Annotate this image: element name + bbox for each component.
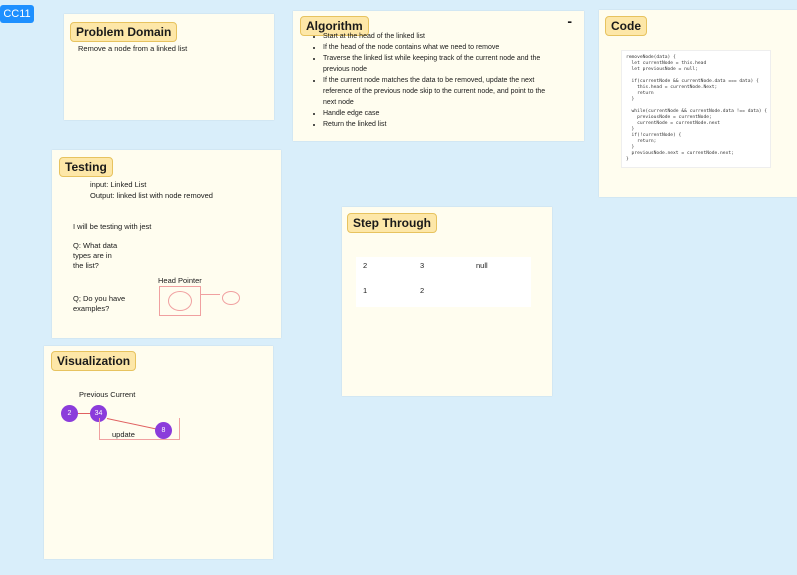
code-title: Code: [605, 16, 647, 36]
testing-question-examples: examples?: [73, 304, 110, 313]
algorithm-card[interactable]: Algorithm - Start at the head of the lin…: [293, 11, 584, 141]
frame-label[interactable]: CC11: [0, 5, 34, 23]
testing-question-examples: Q; Do you have: [73, 294, 126, 303]
list-node: 8: [155, 422, 172, 439]
pointer-labels: Previous Current: [79, 390, 136, 399]
step-through-title: Step Through: [347, 213, 437, 233]
head-pointer-circle: [168, 291, 192, 311]
algorithm-step: If the current node matches the data to …: [323, 75, 548, 108]
testing-question-types: types are in: [73, 251, 112, 260]
code-line: }: [626, 157, 629, 162]
head-pointer-target: [222, 291, 240, 305]
problem-domain-text: Remove a node from a linked list: [78, 44, 188, 53]
testing-question-types: Q: What data: [73, 241, 118, 250]
testing-card[interactable]: Testing input: Linked List Output: linke…: [52, 150, 281, 338]
step-cell: null: [476, 261, 488, 270]
step-cell: 1: [363, 286, 368, 295]
step-through-card[interactable]: Step Through 2 3 null 1 2: [342, 207, 552, 396]
update-label: update: [112, 430, 135, 439]
algorithm-steps: Start at the head of the linked list If …: [313, 31, 548, 130]
algorithm-step: Traverse the linked list while keeping t…: [323, 53, 548, 75]
list-node: 2: [61, 405, 78, 422]
head-pointer-arrow: [200, 294, 220, 295]
code-block: removeNode(data) { let currentNode = thi…: [621, 50, 771, 168]
visualization-title: Visualization: [51, 351, 137, 371]
visualization-card[interactable]: Visualization Previous Current 2 34 upda…: [44, 346, 273, 559]
testing-input: input: Linked List: [90, 180, 147, 189]
step-cell: 2: [363, 261, 368, 270]
algorithm-step: Start at the head of the linked list: [323, 31, 548, 42]
algorithm-step: Handle edge case: [323, 108, 548, 119]
step-through-table: 2 3 null 1 2: [356, 257, 531, 307]
code-card[interactable]: Code removeNode(data) { let currentNode …: [599, 10, 797, 197]
head-pointer-sketch: [159, 286, 201, 316]
problem-domain-title: Problem Domain: [70, 22, 178, 42]
testing-output: Output: linked list with node removed: [90, 191, 213, 200]
testing-question-types: the list?: [73, 261, 99, 270]
testing-title: Testing: [59, 157, 113, 177]
head-pointer-label: Head Pointer: [158, 276, 202, 285]
algorithm-step: Return the linked list: [323, 119, 548, 130]
problem-domain-card[interactable]: Problem Domain Remove a node from a link…: [64, 14, 274, 120]
step-cell: 2: [420, 286, 425, 295]
step-cell: 3: [420, 261, 425, 270]
testing-jest: I will be testing with jest: [73, 222, 152, 231]
algorithm-dash: -: [567, 13, 572, 29]
algorithm-step: If the head of the node contains what we…: [323, 42, 548, 53]
